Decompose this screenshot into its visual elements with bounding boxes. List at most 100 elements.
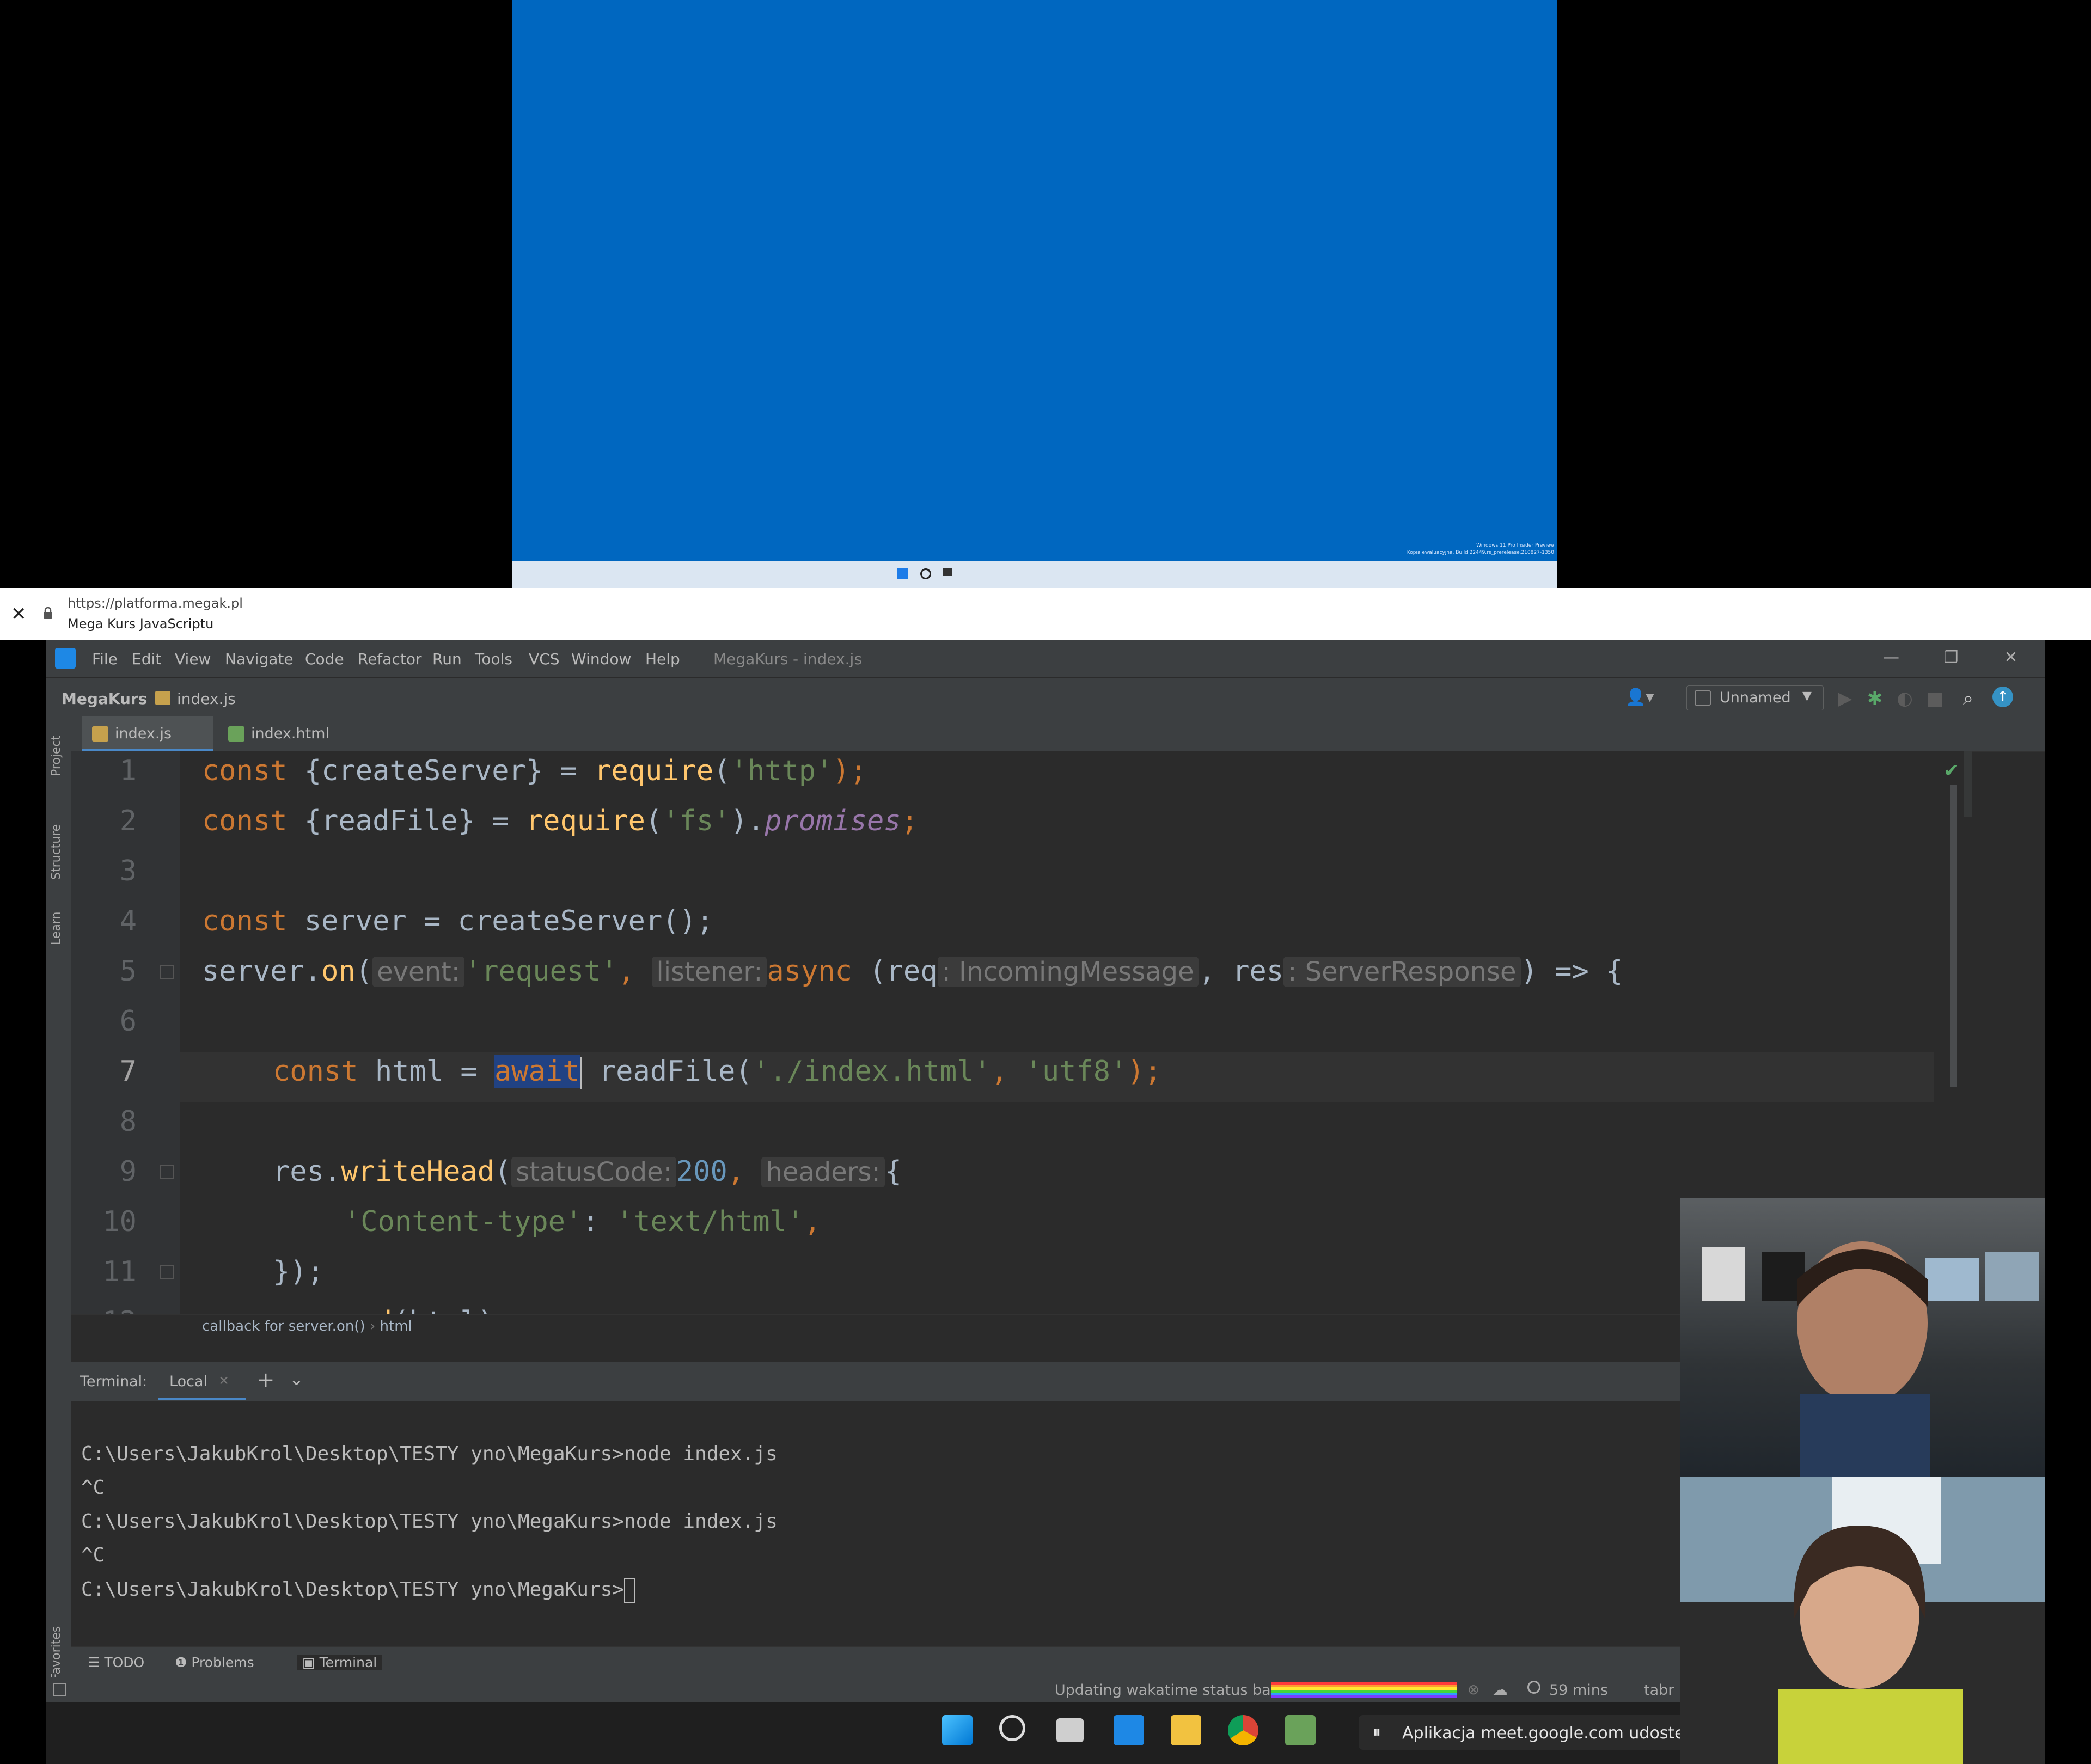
menu-file[interactable]: File <box>92 650 118 668</box>
code-line-1: const {createServer} = require('http'); <box>202 755 867 787</box>
tabnine-status[interactable]: tabr <box>1644 1682 1674 1699</box>
tab-index-js[interactable]: index.js <box>82 716 213 751</box>
html-file-icon <box>228 726 244 742</box>
user-icon[interactable]: 👤▾ <box>1625 688 1656 707</box>
parameter-hint: event: <box>372 957 464 987</box>
terminal-prompt[interactable]: C:\Users\JakubKrol\Desktop\TESTY yno\Meg… <box>81 1578 635 1603</box>
code-line-4: const server = createServer(); <box>202 905 713 938</box>
menu-edit[interactable]: Edit <box>132 650 161 668</box>
windows-start-icon[interactable] <box>897 568 908 579</box>
file-explorer-icon[interactable] <box>1171 1715 1201 1745</box>
search-icon[interactable] <box>920 568 931 579</box>
pause-icon[interactable]: ⏸ <box>1373 1723 1381 1742</box>
restore-icon[interactable]: ❐ <box>1936 645 1966 671</box>
task-view-icon[interactable] <box>943 568 952 576</box>
breadcrumb-project[interactable]: MegaKurs <box>62 690 147 708</box>
code-text: , <box>617 955 652 988</box>
menu-window[interactable]: Window <box>571 650 631 668</box>
code-minimap[interactable] <box>1964 751 1972 817</box>
run-config-select[interactable]: Unnamed ▼ <box>1686 685 1824 710</box>
menu-tools[interactable]: Tools <box>475 650 512 668</box>
app-l-icon[interactable] <box>1114 1715 1144 1745</box>
close-window-icon[interactable]: ✕ <box>1996 645 2026 671</box>
code-line-12: res.end(html); <box>273 1306 511 1314</box>
wakatime-icon[interactable] <box>1527 1681 1540 1694</box>
line-number: 5 <box>119 955 137 988</box>
tab-label: Problems <box>191 1655 254 1670</box>
minimize-icon[interactable]: — <box>1876 645 1906 671</box>
selected-text: await <box>494 1055 580 1088</box>
menu-help[interactable]: Help <box>645 650 680 668</box>
keyword: const <box>273 1055 358 1088</box>
check-icon[interactable]: ✔ <box>1943 760 1959 782</box>
webstorm-logo-icon <box>55 648 76 669</box>
run-icon[interactable]: ▶ <box>1838 688 1852 709</box>
code-text: server. <box>202 955 322 988</box>
wakatime-status[interactable]: 59 mins <box>1549 1682 1608 1699</box>
webstorm-icon[interactable] <box>1285 1715 1316 1745</box>
close-icon[interactable]: ✕ <box>11 603 27 625</box>
keyword: const <box>202 805 288 837</box>
terminal-tab[interactable]: ▣ Terminal <box>297 1655 383 1670</box>
windows-start-icon[interactable] <box>942 1715 973 1745</box>
chevron-down-icon: ▼ <box>1802 689 1812 703</box>
code-text: server = createServer(); <box>287 905 714 938</box>
nyan-progress-bar <box>1271 1682 1457 1698</box>
line-number: 6 <box>119 1005 137 1038</box>
terminal-tab-label: Local <box>169 1373 207 1390</box>
layout-toggle-icon[interactable] <box>53 1683 66 1696</box>
run-config-label: Unnamed <box>1720 689 1791 706</box>
tab-index-html[interactable]: index.html <box>218 716 393 751</box>
menu-navigate[interactable]: Navigate <box>225 650 294 668</box>
terminal-tab-local[interactable]: Local ✕ <box>158 1362 246 1400</box>
vertical-scrollbar[interactable] <box>1950 785 1957 1087</box>
todo-tab[interactable]: ☰ TODO <box>88 1655 144 1670</box>
fold-marker-icon[interactable] <box>160 965 174 979</box>
debug-icon[interactable]: ✱ <box>1867 688 1883 709</box>
function-name: on <box>321 955 356 988</box>
terminal-line: ^C <box>81 1544 105 1566</box>
participant-video-1 <box>1680 1198 2045 1477</box>
page-url[interactable]: https://platforma.megak.pl <box>68 596 243 611</box>
code-text: (req <box>852 955 938 988</box>
new-terminal-plus-icon[interactable]: + <box>256 1368 275 1393</box>
code-breadcrumb[interactable]: callback for server.on() › html <box>202 1318 412 1334</box>
code-text: , <box>804 1205 821 1238</box>
code-text: (html); <box>392 1306 511 1314</box>
structure-tool-button[interactable]: Structure <box>50 824 63 880</box>
learn-tool-button[interactable]: Learn <box>50 912 63 946</box>
breadcrumb-file[interactable]: index.js <box>177 690 236 708</box>
code-text: ); <box>833 755 867 787</box>
update-icon[interactable]: ↑ <box>1992 687 2013 707</box>
crumb-item[interactable]: html <box>380 1318 412 1334</box>
crumb-item[interactable]: callback for server.on() <box>202 1318 365 1334</box>
menu-view[interactable]: View <box>175 650 211 668</box>
favorites-tool-button[interactable]: Favorites <box>50 1626 63 1680</box>
terminal-line: ^C <box>81 1477 105 1499</box>
chevron-down-icon[interactable]: ⌄ <box>289 1369 304 1389</box>
task-view-icon[interactable] <box>1056 1718 1084 1742</box>
string-literal: 'text/html' <box>616 1205 804 1238</box>
menu-code[interactable]: Code <box>305 650 344 668</box>
menu-refactor[interactable]: Refactor <box>358 650 421 668</box>
search-icon[interactable]: ⌕ <box>1963 688 1973 709</box>
menu-run[interactable]: Run <box>432 650 462 668</box>
cancel-icon[interactable]: ⊗ <box>1468 1682 1479 1698</box>
problems-tab[interactable]: ❶ Problems <box>175 1655 254 1670</box>
code-text: : <box>582 1205 616 1238</box>
code-text: }); <box>273 1255 324 1288</box>
terminal-line: C:\Users\JakubKrol\Desktop\TESTY yno\Meg… <box>81 1578 624 1601</box>
chrome-icon[interactable] <box>1228 1715 1258 1745</box>
fold-marker-icon[interactable] <box>160 1265 174 1279</box>
search-icon[interactable] <box>999 1715 1025 1741</box>
line-number: 4 <box>119 905 137 938</box>
coverage-icon[interactable]: ◐ <box>1897 688 1913 709</box>
stop-icon[interactable]: ■ <box>1926 688 1943 709</box>
project-tool-button[interactable]: Project <box>50 736 63 776</box>
terminal-cursor <box>624 1578 635 1603</box>
close-icon[interactable]: ✕ <box>218 1373 229 1388</box>
menu-vcs[interactable]: VCS <box>529 650 559 668</box>
menu-bar: File Edit View Navigate Code Refactor Ru… <box>46 640 2045 677</box>
fold-marker-icon[interactable] <box>160 1165 174 1179</box>
function-name: writeHead <box>341 1155 494 1188</box>
